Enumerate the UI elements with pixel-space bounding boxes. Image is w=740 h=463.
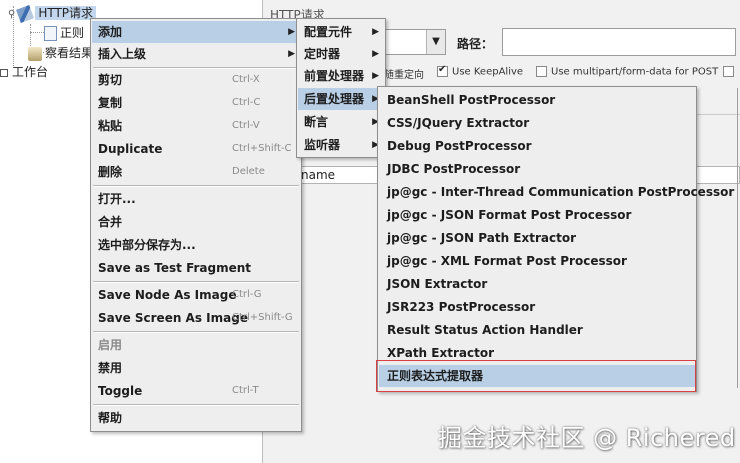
menu-item-add[interactable]: 添加 ▶ [92, 21, 300, 43]
menu-item-timer[interactable]: 定时器 ▶ [298, 43, 384, 65]
menu-item-inter-thread-postprocessor[interactable]: jp@gc - Inter-Thread Communication PostP… [379, 181, 734, 203]
sampler-icon [16, 4, 35, 23]
tree-item-label: 察看结果 [45, 46, 94, 60]
submenu-arrow-icon: ▶ [372, 71, 379, 81]
menu-item-pre-processor[interactable]: 前置处理器 ▶ [298, 65, 384, 87]
tree-item-regex[interactable]: 正则 [44, 24, 84, 42]
menu-item-jsr223-postprocessor[interactable]: JSR223 PostProcessor [379, 296, 695, 318]
multipart-option[interactable]: Use multipart/form-data for POST [536, 66, 718, 78]
menu-separator [93, 281, 299, 283]
menu-separator [93, 185, 299, 187]
keepalive-option[interactable]: Use KeepAlive [437, 64, 524, 78]
submenu-arrow-icon: ▶ [372, 27, 379, 37]
menu-item-listener[interactable]: 监听器 ▶ [298, 134, 384, 156]
menu-item-json-path-extractor[interactable]: jp@gc - JSON Path Extractor [379, 227, 695, 249]
multipart-label: Use multipart/form-data for POST [551, 66, 719, 78]
menu-item-regex-extractor[interactable]: 正则表达式提取器 [379, 365, 695, 387]
submenu-arrow-icon: ▶ [372, 49, 379, 59]
menu-item-result-status-action-handler[interactable]: Result Status Action Handler [379, 319, 695, 341]
follow-redirect-label: 随重定向 [384, 70, 424, 81]
menu-item-enable: 启用 [98, 338, 123, 352]
dropdown-arrow-icon[interactable]: ▼ [426, 30, 445, 54]
menu-item-css-jquery-extractor[interactable]: CSS/JQuery Extractor [379, 112, 695, 134]
submenu-arrow-icon: ▶ [288, 27, 295, 37]
editor-border [737, 88, 738, 388]
menu-item-debug-postprocessor[interactable]: Debug PostProcessor [379, 135, 695, 157]
menu-item-copy[interactable]: 复制 Ctrl-C [92, 92, 300, 114]
context-menu: 添加 ▶ 插入上级 ▶ 剪切 Ctrl-X 复制 Ctrl-C 粘贴 Ctrl-V Dup… [90, 18, 302, 432]
menu-item-save-selection-as[interactable]: 选中部分保存为... [92, 234, 300, 256]
menu-item-paste[interactable]: 粘贴 Ctrl-V [92, 115, 300, 137]
post-processor-submenu: BeanShell PostProcessor CSS/JQuery Extra… [377, 86, 734, 392]
add-submenu: 配置元件 ▶ 定时器 ▶ 前置处理器 ▶ 后置处理器 ▶ 断言 ▶ 监听器 ▶ [296, 18, 386, 158]
tree-item-label: 正则 [60, 26, 85, 40]
menu-item-help[interactable]: 帮助 [92, 407, 300, 429]
menu-item-save-as-test-fragment[interactable]: Save as Test Fragment [92, 257, 300, 279]
menu-separator [93, 404, 299, 406]
menu-item-open[interactable]: 打开... [92, 188, 300, 210]
keepalive-label: Use KeepAlive [452, 66, 524, 78]
menu-item-assertion[interactable]: 断言 ▶ [298, 111, 384, 133]
menu-item-jdbc-postprocessor[interactable]: JDBC PostProcessor [379, 158, 695, 180]
menu-item-merge[interactable]: 合并 [92, 211, 300, 233]
tree-item-label: 工作台 [12, 65, 49, 79]
tree-item-label: HTTP请求 [35, 6, 97, 20]
submenu-arrow-icon: ▶ [288, 49, 295, 59]
menu-item-insert-parent[interactable]: 插入上级 ▶ [92, 43, 300, 65]
menu-item-disable[interactable]: 禁用 [92, 357, 300, 379]
menu-item-post-processor[interactable]: 后置处理器 ▶ [298, 88, 384, 110]
path-input[interactable] [502, 28, 736, 56]
menu-item-delete[interactable]: 删除 Delete [92, 161, 300, 183]
tree-item-view-results[interactable]: 察看结果 [28, 44, 93, 62]
menu-item-beanshell-postprocessor[interactable]: BeanShell PostProcessor [379, 89, 695, 111]
postprocessor-icon [44, 26, 57, 41]
menu-item-save-node-as-image[interactable]: Save Node As Image Ctrl-G [92, 284, 300, 306]
tree-item-workbench[interactable]: 工作台 [0, 63, 48, 81]
menu-item-toggle[interactable]: Toggle Ctrl-T [92, 380, 300, 402]
menu-item-xml-format-postprocessor[interactable]: jp@gc - XML Format Post Processor [379, 250, 695, 272]
listener-icon [28, 46, 42, 61]
expand-toggle-icon[interactable]: ⚲ [8, 9, 15, 20]
extra-option[interactable] [723, 66, 738, 78]
menu-separator [93, 67, 299, 69]
path-label: 路径： [457, 37, 494, 51]
menu-item-config-element[interactable]: 配置元件 ▶ [298, 21, 384, 43]
menu-separator [93, 331, 299, 333]
menu-item-json-format-postprocessor[interactable]: jp@gc - JSON Format Post Processor [379, 204, 695, 226]
menu-item-save-screen-as-image[interactable]: Save Screen As Image Ctrl+Shift-G [92, 307, 300, 329]
menu-item-json-extractor[interactable]: JSON Extractor [379, 273, 695, 295]
menu-item-duplicate[interactable]: Duplicate Ctrl+Shift-C [92, 138, 300, 160]
keepalive-checkbox[interactable] [437, 64, 448, 77]
menu-item-xpath-extractor[interactable]: XPath Extractor [379, 342, 695, 364]
tree-item-http-request[interactable]: ⚲ HTTP请求 [8, 4, 97, 23]
multipart-checkbox[interactable] [536, 66, 547, 77]
workbench-icon [0, 68, 8, 77]
watermark-text: 掘金技术社区 @ Richered [438, 424, 736, 452]
menu-item-cut[interactable]: 剪切 Ctrl-X [92, 69, 300, 91]
extra-checkbox[interactable] [723, 66, 734, 77]
